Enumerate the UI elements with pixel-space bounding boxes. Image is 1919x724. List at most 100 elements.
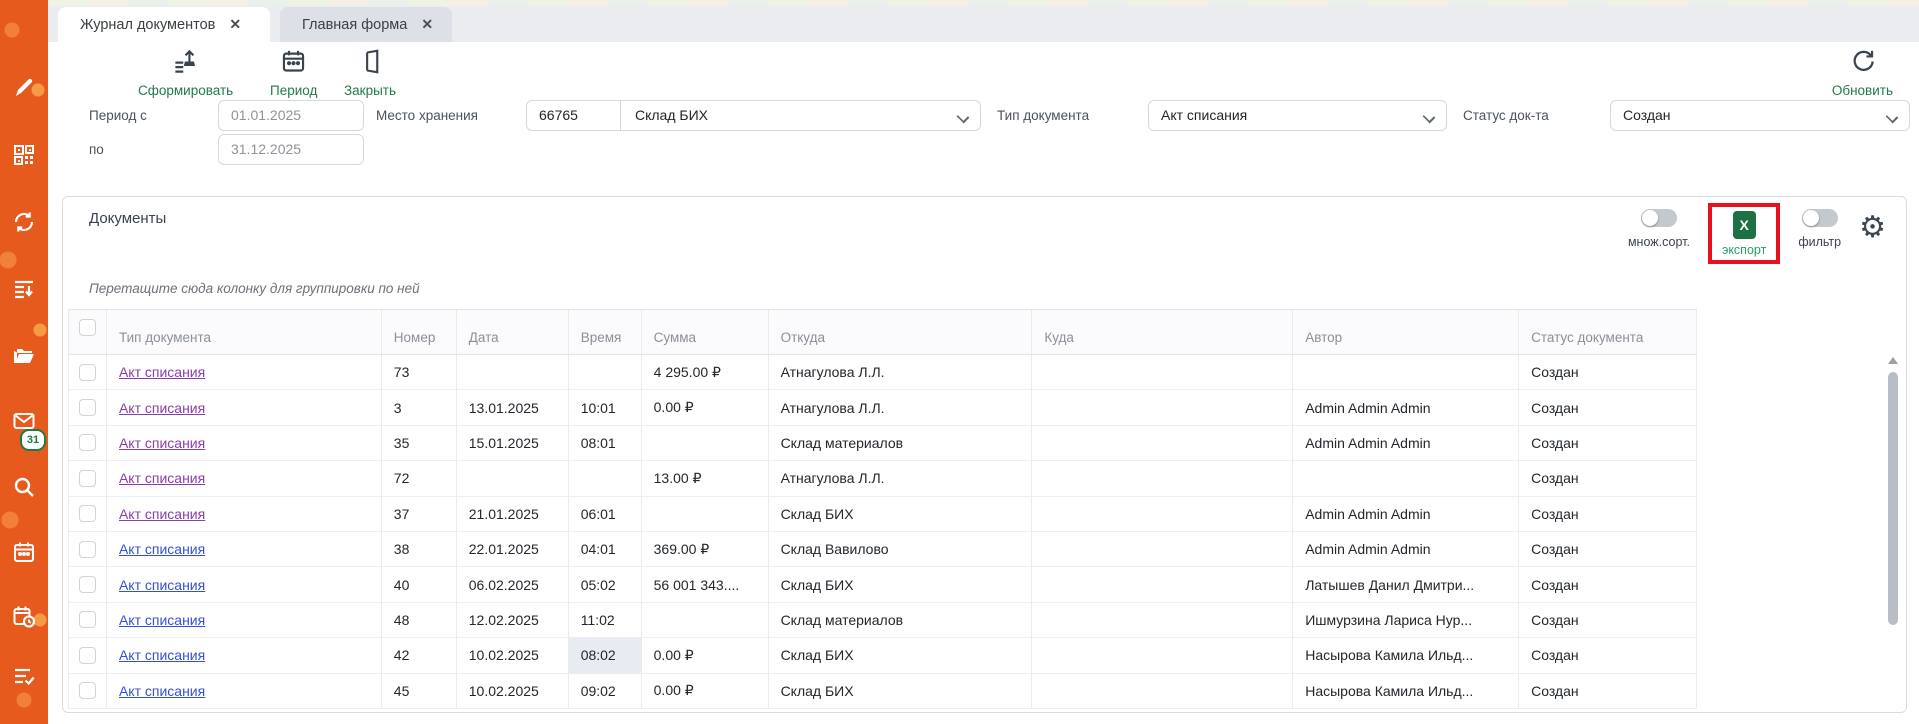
- select-all-checkbox[interactable]: [79, 319, 96, 336]
- column-header[interactable]: Время: [569, 310, 642, 354]
- document-link[interactable]: Акт списания: [119, 541, 205, 557]
- calendar-clock-icon[interactable]: [12, 605, 36, 629]
- row-checkbox[interactable]: [79, 647, 96, 664]
- close-form-button[interactable]: Закрыть: [344, 48, 396, 98]
- export-highlight-box: X экспорт: [1708, 203, 1780, 264]
- scroll-up-icon[interactable]: [1888, 357, 1898, 364]
- period-to-input[interactable]: 31.12.2025: [218, 134, 364, 165]
- cell-to: [1032, 426, 1293, 460]
- table-body: Акт списания734 295.00 ₽Атнагулова Л.Л.С…: [68, 355, 1697, 709]
- row-checkbox-cell: [69, 638, 107, 672]
- import-list-icon[interactable]: [12, 277, 36, 301]
- row-checkbox[interactable]: [79, 399, 96, 416]
- multi-sort-toggle[interactable]: [1641, 209, 1677, 227]
- sync-icon[interactable]: [12, 210, 36, 234]
- cell-status: Создан: [1519, 355, 1697, 389]
- storage-select[interactable]: 66765 Склад БИХ: [526, 100, 981, 131]
- cell-time: 06:01: [569, 497, 642, 531]
- storage-code-input[interactable]: 66765: [527, 101, 621, 130]
- column-header[interactable]: Статус документа: [1519, 310, 1697, 354]
- table-row: Акт списания4210.02.202508:020.00 ₽Склад…: [68, 638, 1697, 673]
- period-button[interactable]: Период: [270, 48, 317, 98]
- cell-status: Создан: [1519, 390, 1697, 424]
- column-header[interactable]: Сумма: [642, 310, 769, 354]
- cell-number: 35: [382, 426, 457, 460]
- document-link[interactable]: Акт списания: [119, 647, 205, 663]
- excel-export-icon[interactable]: X: [1733, 211, 1756, 239]
- checklist-icon[interactable]: [12, 664, 36, 688]
- tab-bar: Журнал документов ✕ Главная форма ✕: [48, 0, 1919, 42]
- cell-type: Акт списания: [107, 355, 382, 389]
- cell-author: Admin Admin Admin: [1293, 390, 1519, 424]
- cell-from: Склад БИХ: [769, 567, 1033, 601]
- row-checkbox[interactable]: [79, 470, 96, 487]
- cell-time: 08:01: [569, 426, 642, 460]
- qr-code-icon[interactable]: [12, 143, 36, 167]
- calendar-icon[interactable]: [12, 540, 36, 564]
- row-checkbox[interactable]: [79, 364, 96, 381]
- cell-from: Атнагулова Л.Л.: [769, 355, 1033, 389]
- row-checkbox[interactable]: [79, 576, 96, 593]
- chevron-down-icon: [1886, 111, 1899, 124]
- cell-status: Создан: [1519, 674, 1697, 708]
- cell-date: 10.02.2025: [457, 674, 569, 708]
- period-label: Период: [270, 83, 317, 98]
- document-link[interactable]: Акт списания: [119, 506, 205, 522]
- generate-label: Сформировать: [138, 83, 233, 98]
- row-checkbox[interactable]: [79, 682, 96, 699]
- cell-date: [457, 355, 569, 389]
- row-checkbox[interactable]: [79, 505, 96, 522]
- document-link[interactable]: Акт списания: [119, 612, 205, 628]
- gear-icon[interactable]: ⚙: [1859, 213, 1886, 243]
- vertical-scrollbar: [1887, 357, 1899, 724]
- filter-toggle[interactable]: [1802, 209, 1838, 227]
- document-link[interactable]: Акт списания: [119, 470, 205, 486]
- column-header[interactable]: Откуда: [769, 310, 1033, 354]
- search-icon[interactable]: [12, 475, 36, 499]
- doc-status-label: Статус док-та: [1463, 100, 1549, 131]
- cell-author: [1293, 461, 1519, 495]
- column-header[interactable]: Дата: [457, 310, 569, 354]
- row-checkbox-cell: [69, 674, 107, 708]
- scrollbar-thumb[interactable]: [1888, 372, 1898, 625]
- column-header[interactable]: Автор: [1293, 310, 1519, 354]
- tab-main-form[interactable]: Главная форма ✕: [280, 7, 452, 42]
- folder-icon[interactable]: [12, 344, 36, 368]
- tab-close-icon[interactable]: ✕: [421, 16, 433, 33]
- tab-journal[interactable]: Журнал документов ✕: [58, 7, 270, 42]
- export-label[interactable]: экспорт: [1722, 243, 1766, 257]
- period-from-input[interactable]: 01.01.2025: [218, 100, 364, 131]
- cell-author: Admin Admin Admin: [1293, 426, 1519, 460]
- table-row: Акт списания3515.01.202508:01Склад матер…: [68, 426, 1697, 461]
- period-calendar-icon: [280, 48, 307, 80]
- row-checkbox-cell: [69, 532, 107, 566]
- column-header[interactable]: Номер: [382, 310, 457, 354]
- cell-from: Склад материалов: [769, 603, 1033, 637]
- doc-type-select[interactable]: Акт списания: [1148, 100, 1447, 131]
- cell-sum: 4 295.00 ₽: [642, 355, 769, 389]
- column-header[interactable]: Тип документа: [107, 310, 382, 354]
- refresh-button[interactable]: Обновить: [1832, 48, 1893, 98]
- tab-close-icon[interactable]: ✕: [229, 16, 241, 33]
- row-checkbox[interactable]: [79, 541, 96, 558]
- cell-to: [1032, 532, 1293, 566]
- refresh-icon: [1849, 48, 1876, 80]
- generate-button[interactable]: Сформировать: [138, 48, 233, 98]
- row-checkbox[interactable]: [79, 434, 96, 451]
- table-row: Акт списания3721.01.202506:01Склад БИХAd…: [68, 497, 1697, 532]
- column-header[interactable]: Куда: [1032, 310, 1293, 354]
- chevron-down-icon: [957, 111, 970, 124]
- pencil-icon[interactable]: [12, 76, 36, 100]
- document-link[interactable]: Акт списания: [119, 435, 205, 451]
- row-checkbox[interactable]: [79, 611, 96, 628]
- doc-status-select[interactable]: Создан: [1610, 100, 1910, 131]
- table-row: Акт списания3822.01.202504:01369.00 ₽Скл…: [68, 532, 1697, 567]
- document-link[interactable]: Акт списания: [119, 577, 205, 593]
- document-link[interactable]: Акт списания: [119, 400, 205, 416]
- document-link[interactable]: Акт списания: [119, 364, 205, 380]
- cell-from: Склад БИХ: [769, 497, 1033, 531]
- document-link[interactable]: Акт списания: [119, 683, 205, 699]
- cell-status: Создан: [1519, 532, 1697, 566]
- multi-sort-toggle-group: множ.сорт.: [1628, 203, 1690, 249]
- cell-status: Создан: [1519, 603, 1697, 637]
